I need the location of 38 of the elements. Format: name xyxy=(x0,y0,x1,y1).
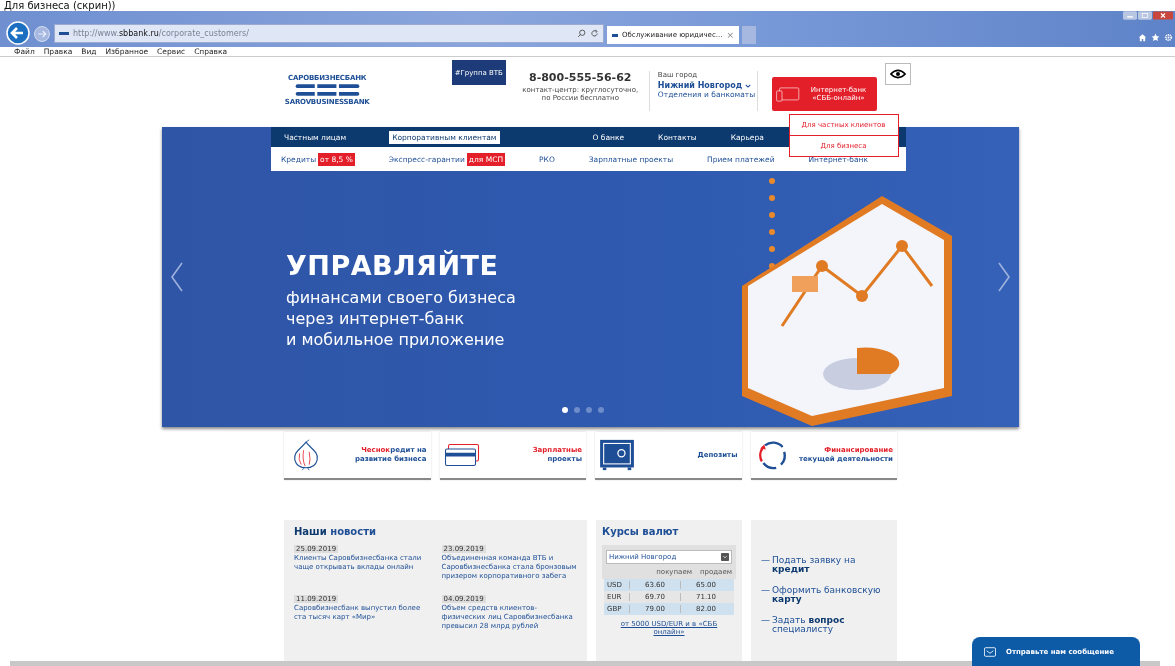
dash-mark: — xyxy=(761,586,770,595)
city-selector[interactable]: Нижний Новгород xyxy=(657,81,758,90)
devices-icon xyxy=(776,86,801,102)
rates-heading: Курсы валют xyxy=(602,526,680,537)
slide-dot[interactable] xyxy=(586,407,592,413)
back-icon[interactable] xyxy=(6,21,30,45)
refresh-icon[interactable] xyxy=(590,29,599,38)
slide-dot[interactable] xyxy=(598,407,604,413)
horizontal-scrollbar[interactable] xyxy=(10,661,1160,666)
eye-icon xyxy=(889,69,906,79)
accessibility-button[interactable] xyxy=(884,63,911,85)
safe-icon xyxy=(599,439,635,471)
banner-subtitle: и мобильное приложение xyxy=(286,329,506,350)
maximize-icon[interactable] xyxy=(1138,11,1152,20)
dash-mark: — xyxy=(761,556,770,565)
close-icon[interactable] xyxy=(1153,11,1173,20)
phone-number[interactable]: 8-800-555-56-62 xyxy=(529,71,632,84)
minimize-icon[interactable] xyxy=(1123,11,1137,20)
home-icon[interactable] xyxy=(1138,33,1147,42)
banner-title: УПРАВЛЯЙТЕ xyxy=(286,250,500,281)
caption-text: Для бизнеса (скрин)) xyxy=(3,0,117,11)
slide-dot[interactable] xyxy=(574,407,580,413)
star-icon[interactable] xyxy=(1151,33,1160,42)
caret-icon xyxy=(721,553,729,561)
action-link[interactable]: Оформить банковскую карту xyxy=(772,586,887,604)
forward-icon[interactable] xyxy=(33,25,51,43)
banner-subtitle: финансами своего бизнеса xyxy=(286,287,516,308)
search-icon[interactable] xyxy=(577,29,586,38)
action-link[interactable]: Подать заявку на кредит xyxy=(772,556,887,574)
caret-icon xyxy=(745,84,752,88)
slide-dot[interactable] xyxy=(562,407,568,413)
mail-icon xyxy=(984,646,996,657)
news-heading: Наши новости xyxy=(294,526,377,537)
action-link[interactable]: Задать вопрос специалисту xyxy=(772,616,887,634)
settings-icon[interactable] xyxy=(1164,33,1173,42)
banner-subtitle: через интернет-банк xyxy=(286,308,466,329)
dash-mark: — xyxy=(761,616,770,625)
address-field[interactable]: http://www.sbbank.ru/corporate_customers/ xyxy=(54,24,604,43)
